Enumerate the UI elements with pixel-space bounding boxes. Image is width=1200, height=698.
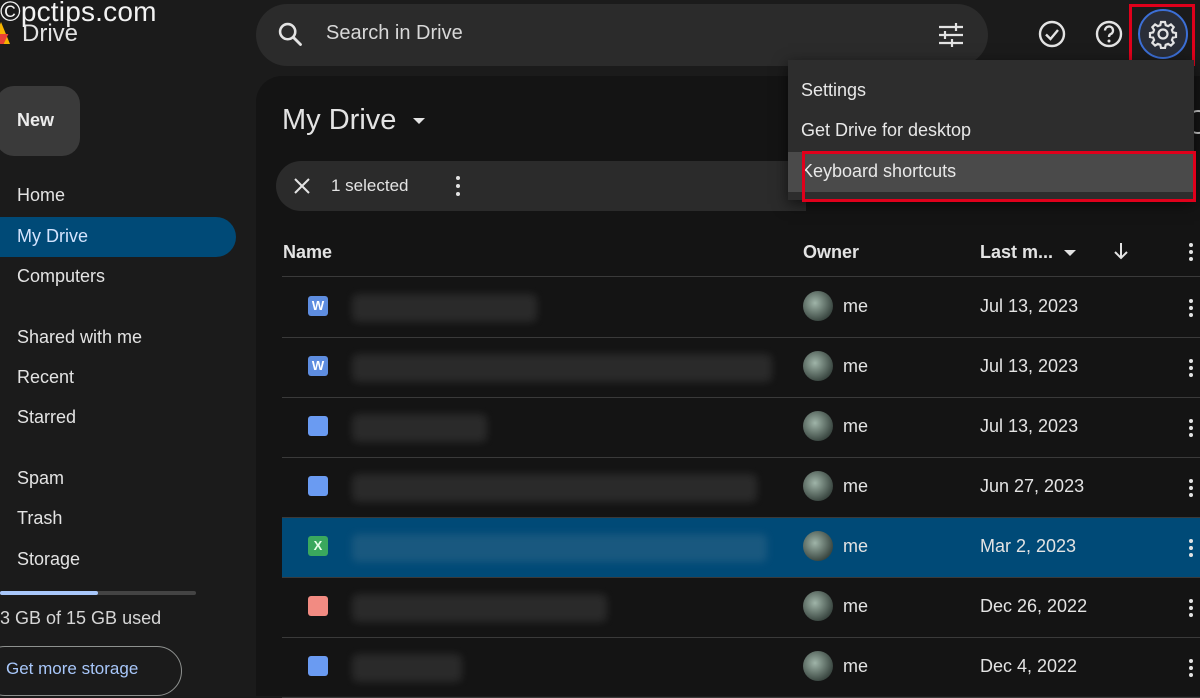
sidebar-item-label: Starred bbox=[17, 407, 77, 427]
file-name-redacted[interactable] bbox=[352, 294, 537, 322]
sidebar-item-computers[interactable]: Computers bbox=[0, 257, 236, 297]
more-vert-icon[interactable] bbox=[1184, 477, 1198, 499]
avatar bbox=[803, 651, 833, 681]
file-name-redacted[interactable] bbox=[352, 534, 767, 562]
more-vert-icon[interactable] bbox=[1184, 657, 1198, 679]
sidebar-item-trash[interactable]: Trash bbox=[0, 499, 236, 539]
owner-cell: me bbox=[843, 536, 869, 556]
file-name-redacted[interactable] bbox=[352, 414, 487, 442]
last-modified-cell: Jul 13, 2023 bbox=[980, 296, 1079, 316]
column-header-last-modified[interactable]: Last m... bbox=[980, 242, 1053, 263]
sidebar-item-label: Shared with me bbox=[17, 327, 143, 347]
video-file-icon bbox=[308, 596, 328, 616]
storage-meter-fill bbox=[0, 591, 98, 595]
sort-direction-icon[interactable] bbox=[1110, 240, 1132, 262]
owner-cell: me bbox=[843, 356, 869, 376]
owner-cell: me bbox=[843, 476, 869, 496]
file-name-redacted[interactable] bbox=[352, 594, 607, 622]
google-doc-icon bbox=[308, 476, 328, 496]
last-modified-cell: Mar 2, 2023 bbox=[980, 536, 1077, 556]
sidebar-item-label: Computers bbox=[17, 266, 106, 286]
divider bbox=[282, 276, 1200, 277]
sidebar-item-label: Home bbox=[17, 185, 66, 205]
chevron-down-icon[interactable] bbox=[1064, 250, 1076, 256]
watermark-text: ©pctips.com bbox=[0, 0, 157, 27]
owner-cell: me bbox=[843, 416, 869, 436]
avatar bbox=[803, 411, 833, 441]
search-input[interactable]: Search in Drive bbox=[326, 22, 463, 45]
file-name-redacted[interactable] bbox=[352, 474, 757, 502]
selection-count: 1 selected bbox=[331, 176, 409, 195]
word-file-icon: W bbox=[308, 296, 328, 316]
last-modified-cell: Dec 4, 2022 bbox=[980, 656, 1078, 676]
more-vert-icon[interactable] bbox=[1184, 597, 1198, 619]
owner-cell: me bbox=[843, 596, 869, 616]
avatar bbox=[803, 471, 833, 501]
chevron-down-icon[interactable] bbox=[413, 118, 425, 124]
menu-item-settings[interactable]: Settings bbox=[801, 80, 866, 101]
storage-usage-text: 3 GB of 15 GB used bbox=[0, 608, 162, 628]
help-icon[interactable] bbox=[1093, 18, 1125, 50]
ready-for-offline-icon[interactable] bbox=[1036, 18, 1068, 50]
sidebar-item-starred[interactable]: Starred bbox=[0, 398, 236, 438]
search-options-icon[interactable] bbox=[936, 22, 966, 48]
more-vert-icon[interactable] bbox=[450, 173, 466, 199]
annotation-highlight-keyboard-shortcuts bbox=[802, 151, 1196, 202]
more-vert-icon[interactable] bbox=[1184, 241, 1198, 263]
avatar bbox=[803, 291, 833, 321]
last-modified-cell: Jul 13, 2023 bbox=[980, 416, 1079, 436]
annotation-highlight-settings bbox=[1129, 4, 1195, 66]
sidebar-item-storage[interactable]: Storage bbox=[0, 540, 236, 580]
close-icon[interactable] bbox=[292, 176, 312, 196]
sidebar-item-label: Recent bbox=[17, 367, 75, 387]
owner-cell: me bbox=[843, 656, 869, 676]
last-modified-cell: Jun 27, 2023 bbox=[980, 476, 1085, 496]
more-vert-icon[interactable] bbox=[1184, 417, 1198, 439]
more-vert-icon[interactable] bbox=[1184, 537, 1198, 559]
search-icon[interactable] bbox=[276, 20, 304, 48]
sidebar-item-spam[interactable]: Spam bbox=[0, 459, 236, 499]
excel-file-icon: X bbox=[308, 536, 328, 556]
last-modified-cell: Dec 26, 2022 bbox=[980, 596, 1088, 616]
sidebar-item-recent[interactable]: Recent bbox=[0, 358, 236, 398]
avatar bbox=[803, 591, 833, 621]
google-doc-icon bbox=[308, 416, 328, 436]
menu-item-get-drive-for-desktop[interactable]: Get Drive for desktop bbox=[801, 120, 971, 141]
google-doc-icon bbox=[308, 656, 328, 676]
get-more-storage-label: Get more storage bbox=[6, 659, 139, 678]
sidebar-item-label: Storage bbox=[17, 549, 81, 569]
sidebar-item-my-drive[interactable]: My Drive bbox=[0, 217, 236, 257]
file-name-redacted[interactable] bbox=[352, 354, 772, 382]
sidebar-item-label: My Drive bbox=[17, 226, 88, 246]
sidebar-item-label: Trash bbox=[17, 508, 63, 528]
sidebar-item-label: Spam bbox=[17, 468, 65, 488]
column-header-name[interactable]: Name bbox=[283, 242, 332, 263]
word-file-icon: W bbox=[308, 356, 328, 376]
file-name-redacted[interactable] bbox=[352, 654, 462, 682]
sidebar-item-shared-with-me[interactable]: Shared with me bbox=[0, 318, 236, 358]
more-vert-icon[interactable] bbox=[1184, 357, 1198, 379]
column-header-owner[interactable]: Owner bbox=[803, 242, 859, 263]
avatar bbox=[803, 351, 833, 381]
new-button-label: New bbox=[17, 110, 55, 130]
more-vert-icon[interactable] bbox=[1184, 297, 1198, 319]
last-modified-cell: Jul 13, 2023 bbox=[980, 356, 1079, 376]
sidebar-item-home[interactable]: Home bbox=[0, 176, 236, 216]
owner-cell: me bbox=[843, 296, 869, 316]
avatar bbox=[803, 531, 833, 561]
page-title[interactable]: My Drive bbox=[282, 104, 396, 137]
